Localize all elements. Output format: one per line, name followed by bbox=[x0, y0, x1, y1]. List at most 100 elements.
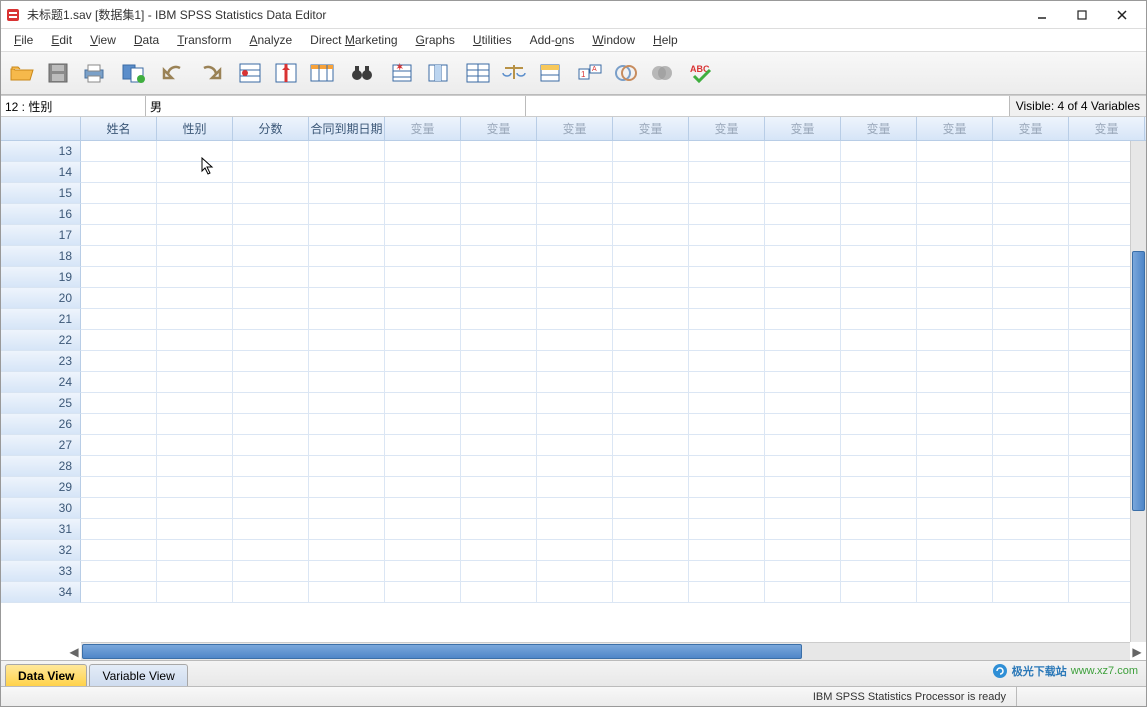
row-header[interactable]: 34 bbox=[1, 582, 81, 603]
data-cell[interactable] bbox=[309, 330, 385, 351]
data-cell[interactable] bbox=[81, 498, 157, 519]
data-cell[interactable] bbox=[309, 582, 385, 603]
spellcheck-button[interactable]: ABC bbox=[687, 58, 717, 88]
data-cell[interactable] bbox=[461, 456, 537, 477]
data-cell[interactable] bbox=[689, 141, 765, 162]
data-cell[interactable] bbox=[613, 309, 689, 330]
data-cell[interactable] bbox=[461, 519, 537, 540]
data-cell[interactable] bbox=[993, 141, 1069, 162]
gotovar-button[interactable] bbox=[271, 58, 301, 88]
data-cell[interactable] bbox=[613, 183, 689, 204]
data-cell[interactable] bbox=[157, 204, 233, 225]
data-cell[interactable] bbox=[613, 456, 689, 477]
data-cell[interactable] bbox=[81, 225, 157, 246]
data-cell[interactable] bbox=[233, 393, 309, 414]
row-header[interactable]: 31 bbox=[1, 519, 81, 540]
data-cell[interactable] bbox=[537, 204, 613, 225]
data-cell[interactable] bbox=[993, 225, 1069, 246]
data-cell[interactable] bbox=[537, 393, 613, 414]
data-cell[interactable] bbox=[841, 456, 917, 477]
data-cell[interactable] bbox=[917, 225, 993, 246]
data-cell[interactable] bbox=[993, 267, 1069, 288]
data-cell[interactable] bbox=[233, 309, 309, 330]
data-cell[interactable] bbox=[461, 393, 537, 414]
column-header[interactable]: 变量 bbox=[841, 117, 917, 141]
data-cell[interactable] bbox=[157, 141, 233, 162]
row-header[interactable]: 16 bbox=[1, 204, 81, 225]
data-cell[interactable] bbox=[157, 582, 233, 603]
data-cell[interactable] bbox=[689, 456, 765, 477]
data-cell[interactable] bbox=[765, 183, 841, 204]
data-cell[interactable] bbox=[689, 225, 765, 246]
data-cell[interactable] bbox=[157, 393, 233, 414]
data-cell[interactable] bbox=[765, 309, 841, 330]
data-cell[interactable] bbox=[993, 561, 1069, 582]
column-header[interactable]: 变量 bbox=[1145, 117, 1146, 141]
column-header[interactable]: 变量 bbox=[461, 117, 537, 141]
data-cell[interactable] bbox=[81, 435, 157, 456]
menu-direct-marketing[interactable]: Direct Marketing bbox=[301, 30, 406, 50]
data-cell[interactable] bbox=[841, 204, 917, 225]
data-cell[interactable] bbox=[689, 309, 765, 330]
scroll-left-arrow[interactable]: ◀ bbox=[67, 643, 81, 660]
data-cell[interactable] bbox=[917, 246, 993, 267]
data-cell[interactable] bbox=[689, 204, 765, 225]
data-cell[interactable] bbox=[917, 183, 993, 204]
data-cell[interactable] bbox=[689, 267, 765, 288]
data-cell[interactable] bbox=[233, 162, 309, 183]
cell-reference-box[interactable]: 12 : 性别 bbox=[1, 96, 146, 116]
data-cell[interactable] bbox=[233, 351, 309, 372]
data-cell[interactable] bbox=[613, 519, 689, 540]
data-cell[interactable] bbox=[385, 330, 461, 351]
row-header[interactable]: 24 bbox=[1, 372, 81, 393]
data-cell[interactable] bbox=[309, 561, 385, 582]
data-cell[interactable] bbox=[537, 519, 613, 540]
data-cell[interactable] bbox=[81, 456, 157, 477]
column-header[interactable]: 变量 bbox=[917, 117, 993, 141]
data-cell[interactable] bbox=[613, 540, 689, 561]
data-cell[interactable] bbox=[689, 582, 765, 603]
data-cell[interactable] bbox=[309, 183, 385, 204]
data-cell[interactable] bbox=[233, 204, 309, 225]
data-cell[interactable] bbox=[917, 372, 993, 393]
data-cell[interactable] bbox=[233, 414, 309, 435]
data-cell[interactable] bbox=[765, 246, 841, 267]
data-cell[interactable] bbox=[917, 561, 993, 582]
data-cell[interactable] bbox=[993, 183, 1069, 204]
data-cell[interactable] bbox=[81, 309, 157, 330]
cell-value-box[interactable]: 男 bbox=[146, 96, 526, 116]
data-cell[interactable] bbox=[689, 519, 765, 540]
data-cell[interactable] bbox=[841, 540, 917, 561]
data-cell[interactable] bbox=[537, 183, 613, 204]
data-cell[interactable] bbox=[81, 372, 157, 393]
data-cell[interactable] bbox=[537, 288, 613, 309]
data-cell[interactable] bbox=[309, 477, 385, 498]
data-cell[interactable] bbox=[461, 330, 537, 351]
data-cell[interactable] bbox=[917, 288, 993, 309]
data-cell[interactable] bbox=[81, 561, 157, 582]
data-cell[interactable] bbox=[613, 330, 689, 351]
data-cell[interactable] bbox=[765, 393, 841, 414]
data-cell[interactable] bbox=[461, 225, 537, 246]
data-cell[interactable] bbox=[309, 351, 385, 372]
menu-graphs[interactable]: Graphs bbox=[407, 30, 464, 50]
data-cell[interactable] bbox=[81, 288, 157, 309]
row-header[interactable]: 29 bbox=[1, 477, 81, 498]
data-cell[interactable] bbox=[917, 519, 993, 540]
data-cell[interactable] bbox=[993, 288, 1069, 309]
data-cell[interactable] bbox=[233, 498, 309, 519]
row-header[interactable]: 23 bbox=[1, 351, 81, 372]
data-cell[interactable] bbox=[157, 246, 233, 267]
data-cell[interactable] bbox=[157, 330, 233, 351]
data-cell[interactable] bbox=[765, 288, 841, 309]
data-cell[interactable] bbox=[461, 582, 537, 603]
data-cell[interactable] bbox=[841, 393, 917, 414]
data-cell[interactable] bbox=[689, 183, 765, 204]
save-button[interactable] bbox=[43, 58, 73, 88]
data-cell[interactable] bbox=[917, 267, 993, 288]
data-cell[interactable] bbox=[385, 246, 461, 267]
data-cell[interactable] bbox=[385, 204, 461, 225]
data-cell[interactable] bbox=[917, 204, 993, 225]
row-header[interactable]: 22 bbox=[1, 330, 81, 351]
data-cell[interactable] bbox=[233, 519, 309, 540]
